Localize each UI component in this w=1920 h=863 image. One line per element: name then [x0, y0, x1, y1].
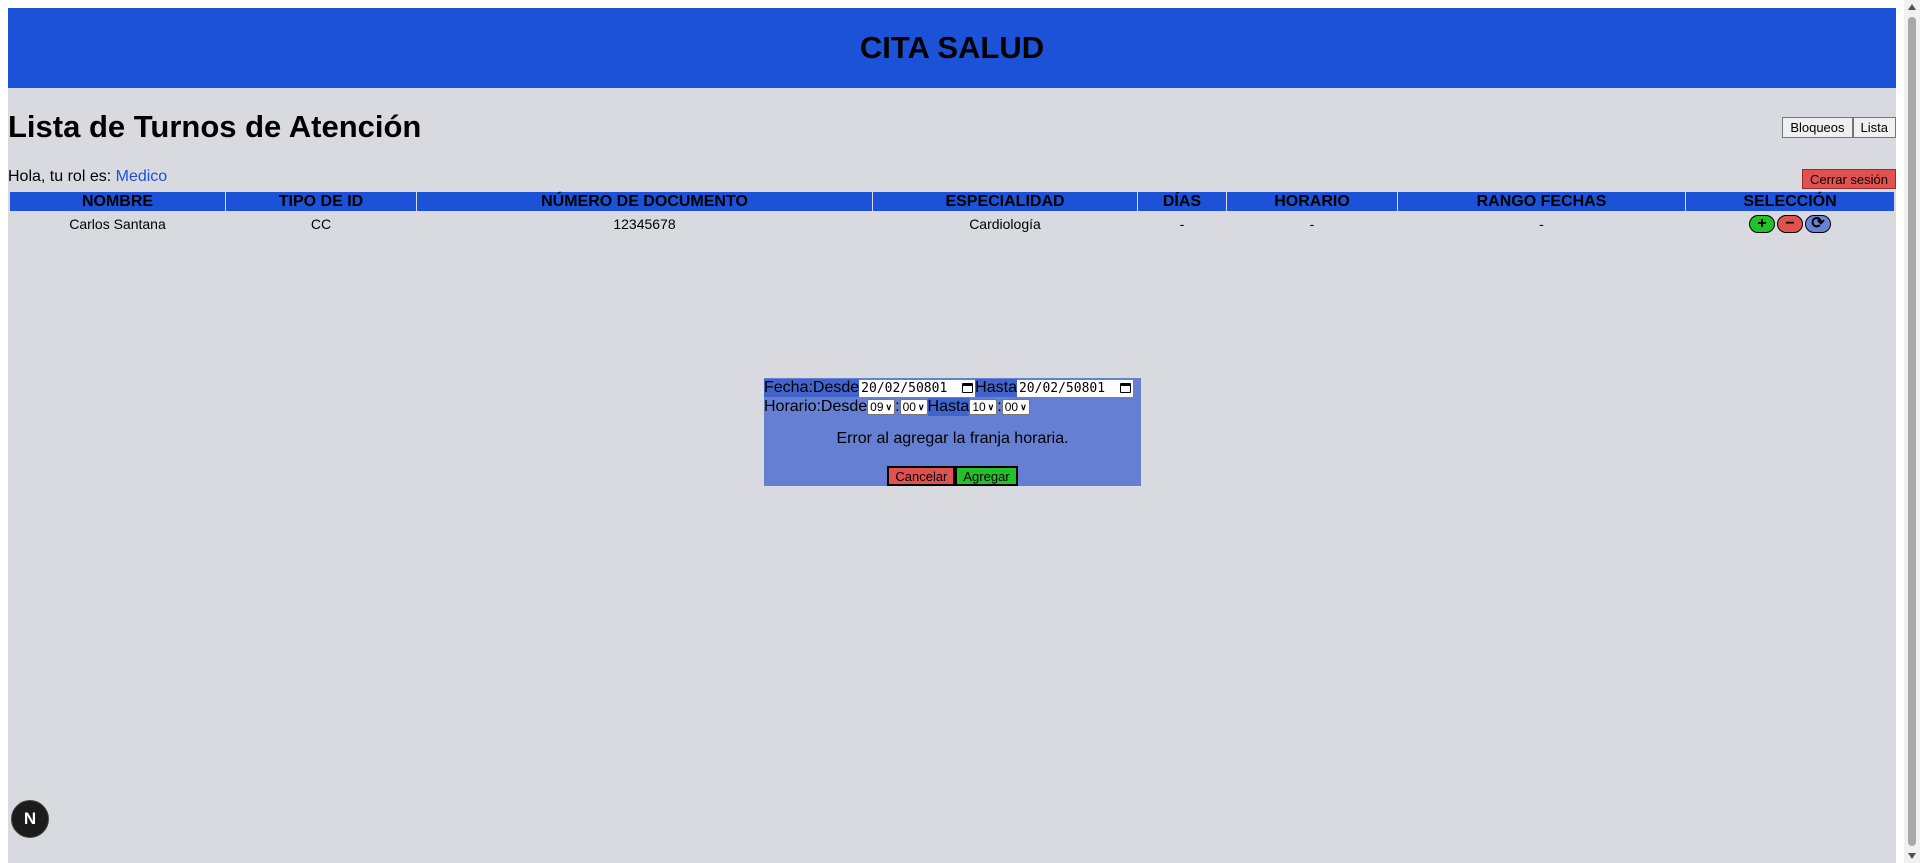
cell-rango-fechas: -	[1539, 216, 1544, 232]
fecha-hasta-label: Hasta	[975, 379, 1017, 397]
min-hasta-select[interactable]: 00 ∨	[1001, 399, 1030, 415]
refresh-shift-button[interactable]: ⟳	[1805, 215, 1831, 233]
header-nombre: NOMBRE	[10, 192, 225, 211]
minus-icon: −	[1785, 215, 1795, 232]
hora-desde-value: 09	[870, 400, 884, 414]
agregar-button[interactable]: Agregar	[955, 466, 1018, 486]
scroll-down-icon[interactable]	[1908, 853, 1916, 859]
chevron-down-icon: ∨	[1020, 401, 1027, 412]
header-dias: DÍAS	[1138, 192, 1226, 211]
header-numero-documento: NÚMERO DE DOCUMENTO	[417, 192, 872, 211]
add-shift-button[interactable]: +	[1749, 215, 1775, 233]
header-horario: HORARIO	[1227, 192, 1397, 211]
scroll-thumb[interactable]	[1908, 17, 1916, 846]
min-desde-value: 00	[902, 400, 916, 414]
cell-especialidad: Cardiología	[969, 216, 1041, 232]
fecha-desde-input[interactable]: 20/02/50801	[859, 379, 976, 397]
time-separator: :	[895, 398, 900, 415]
chevron-down-icon: ∨	[917, 401, 925, 412]
header-seleccion: SELECCIÓN	[1686, 192, 1894, 211]
chevron-down-icon: ∨	[885, 401, 893, 412]
cell-tipo-id: CC	[310, 216, 332, 232]
min-hasta-value: 00	[1004, 400, 1019, 414]
refresh-icon: ⟳	[1811, 215, 1825, 232]
cell-horario: -	[1309, 216, 1315, 232]
page-scrollbar[interactable]	[1904, 0, 1920, 863]
shifts-table: NOMBRE TIPO DE ID NÚMERO DE DOCUMENTO ES…	[9, 191, 1895, 237]
lista-button[interactable]: Lista	[1852, 117, 1896, 138]
min-desde-select[interactable]: 00 ∨	[899, 399, 928, 415]
header-rango-fechas: RANGO FECHAS	[1398, 192, 1685, 211]
fecha-hasta-input[interactable]: 20/02/50801	[1016, 379, 1133, 397]
cell-numero-documento: 12345678	[613, 216, 676, 232]
user-greeting: Hola, tu rol es: Medico	[8, 168, 167, 186]
cell-nombre: Carlos Santana	[69, 216, 166, 232]
top-nav: Bloqueos Lista	[1782, 117, 1896, 138]
header-tipo-id: TIPO DE ID	[226, 192, 416, 211]
calendar-icon[interactable]	[1119, 383, 1131, 393]
row-actions: + − ⟳	[1686, 215, 1894, 233]
chevron-down-icon: ∨	[987, 401, 995, 412]
n-logo-icon: N	[23, 809, 37, 828]
page-title: Lista de Turnos de Atención	[8, 109, 422, 144]
horario-desde-label: Horario:Desde	[764, 398, 868, 415]
horario-hasta-label: Hasta	[927, 398, 970, 416]
header-especialidad: ESPECIALIDAD	[873, 192, 1137, 211]
table-row: Carlos Santana CC 12345678 Cardiología -…	[10, 212, 1894, 236]
calendar-icon[interactable]	[962, 383, 974, 393]
cell-dias: -	[1179, 216, 1185, 232]
add-slot-modal: Fecha:Desde 20/02/50801 Hasta 20/02/5080…	[764, 378, 1141, 486]
user-role: Medico	[115, 168, 168, 185]
hora-hasta-select[interactable]: 10 ∨	[969, 399, 998, 415]
nextjs-dev-button[interactable]: N	[11, 800, 49, 838]
scroll-up-icon[interactable]	[1908, 4, 1916, 10]
fecha-desde-value: 20/02/50801	[861, 380, 948, 396]
modal-actions: Cancelar Agregar	[764, 466, 1141, 486]
plus-icon: +	[1757, 215, 1767, 232]
remove-shift-button[interactable]: −	[1777, 215, 1803, 233]
hora-hasta-value: 10	[972, 400, 986, 414]
cell-seleccion: + − ⟳	[1686, 212, 1894, 236]
time-range-row: Horario:Desde 09 ∨ : 00 ∨ Hasta 10 ∨ : 00 ∨	[764, 398, 1030, 416]
error-message: Error al agregar la franja horaria.	[836, 430, 1069, 447]
logout-button[interactable]: Cerrar sesión	[1801, 169, 1896, 189]
date-range-row: Fecha:Desde 20/02/50801 Hasta 20/02/5080…	[764, 379, 1133, 397]
fecha-hasta-value: 20/02/50801	[1018, 380, 1106, 396]
bloqueos-button[interactable]: Bloqueos	[1782, 117, 1853, 138]
app-header: CITA SALUD	[8, 8, 1896, 88]
hora-desde-select[interactable]: 09 ∨	[867, 399, 896, 415]
cancel-button[interactable]: Cancelar	[887, 466, 956, 486]
page: CITA SALUD Lista de Turnos de Atención B…	[8, 8, 1896, 863]
app-title: CITA SALUD	[859, 30, 1045, 65]
fecha-desde-label: Fecha:Desde	[764, 379, 860, 397]
greeting-text: Hola, tu rol es:	[8, 168, 116, 185]
table-header-row: NOMBRE TIPO DE ID NÚMERO DE DOCUMENTO ES…	[10, 192, 1894, 211]
